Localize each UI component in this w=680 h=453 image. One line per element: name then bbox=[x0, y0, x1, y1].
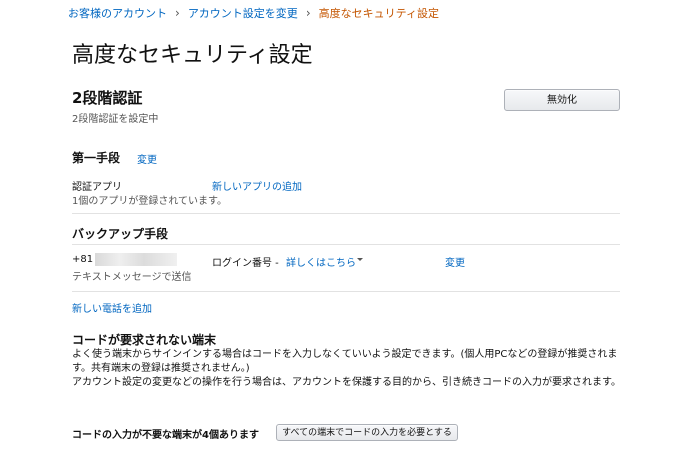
login-code-label: ログイン番号 - bbox=[212, 258, 279, 269]
trusted-devices-description-line: よく使う端末からサインインする場合はコードを入力しなくていいよう設定できます。(… bbox=[72, 349, 618, 374]
caret-down-icon[interactable] bbox=[357, 258, 363, 261]
require-code-all-devices-button[interactable]: すべての端末でコードの入力を必要とする bbox=[276, 424, 458, 441]
backup-method-heading: バックアップ手段 bbox=[72, 227, 169, 241]
trusted-devices-heading: コードが要求されない端末 bbox=[72, 333, 217, 347]
trusted-devices-description-line: アカウント設定の変更などの操作を行う場合は、アカウントを保護する目的から、引き続… bbox=[72, 377, 621, 388]
primary-method-change-link[interactable]: 変更 bbox=[137, 151, 157, 166]
breadcrumb-current-page: 高度なセキュリティ設定 bbox=[318, 7, 439, 20]
section-divider bbox=[72, 244, 620, 245]
app-count-text: 1個のアプリが登録されています。 bbox=[72, 196, 228, 207]
section-divider bbox=[72, 213, 620, 214]
breadcrumb-your-account[interactable]: お客様のアカウント bbox=[68, 5, 167, 21]
disable-button[interactable]: 無効化 bbox=[504, 89, 620, 111]
learn-more-link[interactable]: 詳しくはこちら bbox=[286, 254, 356, 269]
breadcrumb-separator-icon: › bbox=[305, 6, 311, 20]
breadcrumb: お客様のアカウント › アカウント設定を変更 › 高度なセキュリティ設定 bbox=[68, 5, 439, 21]
breadcrumb-separator-icon: › bbox=[175, 6, 180, 20]
two-step-status: 2段階認証を設定中 bbox=[72, 114, 159, 125]
trusted-devices-description: よく使う端末からサインインする場合はコードを入力しなくていいよう設定できます。(… bbox=[72, 348, 632, 390]
authenticator-app-label: 認証アプリ bbox=[72, 182, 122, 193]
sms-delivery-text: テキストメッセージで送信 bbox=[72, 272, 192, 283]
add-new-app-link[interactable]: 新しいアプリの追加 bbox=[212, 178, 302, 193]
add-new-phone-link[interactable]: 新しい電話を追加 bbox=[72, 300, 152, 315]
phone-number-redacted bbox=[95, 253, 177, 266]
two-step-heading: 2段階認証 bbox=[72, 89, 143, 107]
primary-method-heading: 第一手段 bbox=[72, 151, 121, 165]
section-divider bbox=[72, 291, 620, 292]
breadcrumb-account-settings[interactable]: アカウント設定を変更 bbox=[188, 5, 298, 21]
page-title: 高度なセキュリティ設定 bbox=[72, 43, 313, 68]
trusted-device-count: コードの入力が不要な端末が4個あります bbox=[72, 430, 259, 441]
backup-method-change-link[interactable]: 変更 bbox=[445, 254, 465, 269]
phone-number-prefix: +81 bbox=[72, 254, 94, 265]
